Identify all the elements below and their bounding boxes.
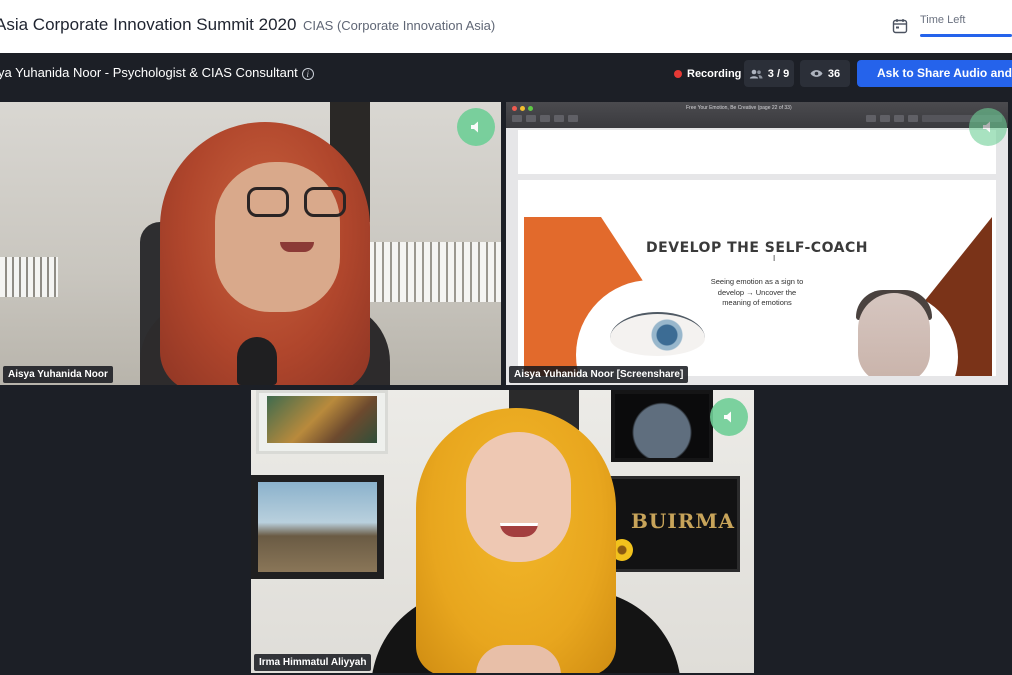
glasses-right [304, 187, 346, 217]
eye-icon [810, 70, 823, 77]
slide-portrait-image [858, 293, 930, 376]
info-icon[interactable]: i [301, 68, 314, 80]
wall-art-text: BUIRMA [631, 509, 735, 533]
slide-body-text: Seeing emotion as a sign to develop → Un… [710, 277, 804, 307]
slide-page: DEVELOP THE SELF-COACH I Seeing emotion … [518, 180, 996, 376]
slide-heading: DEVELOP THE SELF-COACH [646, 240, 868, 256]
participant-name-tag: Aisya Yuhanida Noor [3, 366, 113, 383]
wall-painting-earth [611, 390, 713, 462]
video-tile-participant[interactable]: BUIRMA Irma Himmatul Aliyyah [251, 390, 754, 673]
time-left-label: Time Left [920, 14, 966, 26]
person-face [466, 432, 571, 562]
video-tile-screenshare[interactable]: Free Your Emotion, Be Creative (page 22 … [506, 102, 1008, 385]
wall-painting-boats [251, 475, 384, 579]
shared-window-toolbar: Free Your Emotion, Be Creative (page 22 … [506, 102, 1008, 128]
participants-count: 3 / 9 [767, 67, 790, 80]
ask-to-share-button[interactable]: Ask to Share Audio and Video [857, 60, 1012, 87]
video-stage: Aisya Yuhanida Noor - Psychologist & CIA… [0, 53, 1012, 675]
slide-eye-image [610, 312, 705, 356]
document-page-previous [518, 130, 996, 174]
participant-name-tag: Aisya Yuhanida Noor [Screenshare] [509, 366, 689, 383]
glasses-left [247, 187, 289, 217]
person-mouth [280, 242, 314, 252]
recording-dot-icon [674, 69, 682, 78]
speaker-title-text: Aisya Yuhanida Noor - Psychologist & CIA… [0, 65, 298, 80]
speaker-icon [457, 108, 495, 146]
room-window-left [0, 257, 58, 297]
people-icon [749, 69, 763, 78]
toolbar-buttons-left [512, 115, 578, 122]
recording-indicator: Recording [668, 60, 748, 87]
microphone [237, 337, 277, 385]
participants-count-button[interactable]: 3 / 9 [744, 60, 794, 87]
speaker-icon [710, 398, 748, 436]
recording-label: Recording [687, 67, 742, 80]
session-info-bar: Aisya Yuhanida Noor - Psychologist & CIA… [0, 53, 1012, 93]
viewers-count-button[interactable]: 36 [800, 60, 850, 87]
top-bar: Asia Corporate Innovation Summit 2020 CI… [0, 0, 1012, 53]
event-title: Asia Corporate Innovation Summit 2020 [0, 15, 297, 34]
wall-art-frame: BUIRMA [598, 476, 740, 572]
shared-window-title: Free Your Emotion, Be Creative (page 22 … [686, 105, 792, 111]
person-face [215, 162, 340, 312]
participant-name-tag: Irma Himmatul Aliyyah [254, 654, 372, 671]
room-window [360, 242, 501, 302]
speaker-title: Aisya Yuhanida Noor - Psychologist & CIA… [0, 65, 314, 80]
wall-painting-top [256, 390, 388, 454]
text-cursor-icon: I [773, 254, 776, 263]
time-left-progress [920, 34, 1012, 37]
speaker-icon [969, 108, 1007, 146]
viewers-count: 36 [827, 67, 841, 80]
organizer-name: CIAS (Corporate Innovation Asia) [303, 18, 496, 33]
video-tile-speaker[interactable]: Aisya Yuhanida Noor [0, 102, 501, 385]
window-controls [512, 106, 533, 111]
calendar-icon[interactable] [891, 17, 909, 35]
